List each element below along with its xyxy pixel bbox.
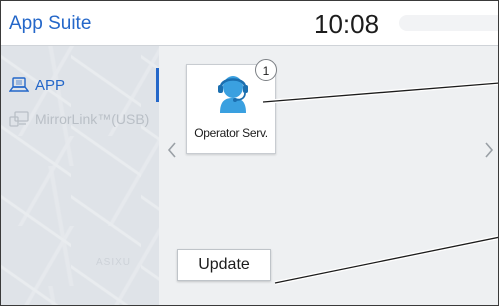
sidebar-item-label: APP	[35, 76, 66, 94]
update-button[interactable]: Update	[177, 249, 271, 281]
main-content: Operator Serv. Update	[159, 46, 498, 305]
app-suite-screen: App Suite 10:08 APP MirrorLink™(USB) ASI…	[0, 0, 499, 306]
page-title: App Suite	[9, 13, 92, 34]
operator-headset-icon	[218, 76, 248, 113]
sidebar-item-mirrorlink[interactable]: MirrorLink™(USB)	[1, 102, 159, 136]
mirrorlink-icon	[9, 111, 29, 127]
app-tile-label: Operator Serv.	[194, 126, 268, 140]
clock: 10:08	[314, 9, 380, 39]
chevron-right-icon[interactable]	[482, 140, 496, 160]
header-bar: App Suite 10:08	[1, 1, 498, 46]
chevron-left-icon[interactable]	[165, 140, 179, 160]
sidebar-item-app[interactable]: APP	[1, 68, 159, 102]
status-bar-area	[399, 15, 498, 31]
callout-badge: 1	[255, 59, 277, 81]
map-background-text: ASIXU	[96, 257, 132, 268]
sidebar-item-label: MirrorLink™(USB)	[35, 111, 150, 127]
app-icon	[9, 77, 29, 92]
sidebar: APP MirrorLink™(USB) ASIXU	[1, 46, 159, 305]
